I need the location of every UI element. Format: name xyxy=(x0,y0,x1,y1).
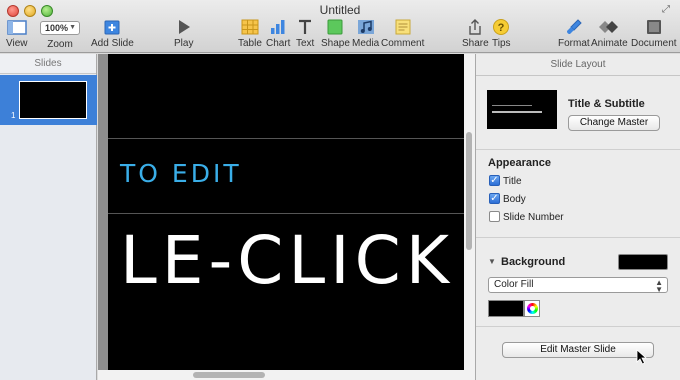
format-label: Format xyxy=(558,38,590,49)
slide-canvas-area: TO EDIT LE-CLICK xyxy=(98,54,475,380)
background-heading: Background xyxy=(501,256,566,268)
horizontal-scrollbar[interactable] xyxy=(98,370,464,380)
title-checkbox-row[interactable]: ✓ Title xyxy=(489,175,522,188)
chevron-down-icon: ▼ xyxy=(69,24,76,31)
appearance-heading: Appearance xyxy=(488,157,551,169)
slide-number-checkbox-label: Slide Number xyxy=(503,212,564,224)
animate-button[interactable]: Animate xyxy=(591,18,628,49)
slide-canvas[interactable]: TO EDIT LE-CLICK xyxy=(108,54,464,370)
chart-label: Chart xyxy=(266,38,291,49)
fullscreen-icon[interactable]: ⤢ xyxy=(662,4,674,16)
master-name: Title & Subtitle xyxy=(568,98,645,110)
text-label: Text xyxy=(296,38,315,49)
shape-button[interactable]: Shape xyxy=(321,18,350,49)
table-button[interactable]: Table xyxy=(238,18,262,49)
music-note-icon xyxy=(357,20,374,34)
placeholder-guide-bottom xyxy=(108,213,464,214)
divider xyxy=(476,326,680,327)
up-down-arrows-icon: ▲ ▼ xyxy=(655,278,663,294)
mouse-pointer-icon xyxy=(636,349,648,365)
view-label: View xyxy=(6,38,28,49)
slide-number-checkbox[interactable] xyxy=(489,211,500,222)
add-slide-label: Add Slide xyxy=(91,38,134,49)
master-thumbnail-line xyxy=(492,105,532,106)
window-title: Untitled xyxy=(319,3,361,17)
share-icon xyxy=(469,19,482,35)
divider xyxy=(476,237,680,238)
document-label: Document xyxy=(631,38,677,49)
edit-master-slide-button[interactable]: Edit Master Slide xyxy=(502,342,654,358)
background-color-swatch[interactable] xyxy=(618,254,668,270)
text-icon xyxy=(299,19,312,34)
media-label: Media xyxy=(352,38,380,49)
svg-text:?: ? xyxy=(498,22,505,34)
comment-icon xyxy=(395,19,411,35)
placeholder-guide-top xyxy=(108,138,464,139)
title-checkbox[interactable]: ✓ xyxy=(489,175,500,186)
inspector-header: Slide Layout xyxy=(476,54,680,76)
horizontal-scroll-thumb[interactable] xyxy=(193,372,265,378)
share-button[interactable]: Share xyxy=(462,18,489,49)
slide-title-text[interactable]: LE-CLICK xyxy=(120,222,454,299)
body-checkbox-row[interactable]: ✓ Body xyxy=(489,193,526,206)
comment-label: Comment xyxy=(381,38,425,49)
chart-button[interactable]: Chart xyxy=(266,18,290,49)
color-wheel-icon[interactable] xyxy=(524,300,540,317)
share-label: Share xyxy=(462,38,489,49)
slide-subtitle-text[interactable]: TO EDIT xyxy=(120,159,242,188)
body-checkbox-label: Body xyxy=(503,194,526,206)
table-icon xyxy=(241,19,259,35)
slide-thumbnail-item[interactable]: 1 xyxy=(0,75,97,125)
title-checkbox-label: Title xyxy=(503,176,522,188)
question-mark-icon: ? xyxy=(493,19,510,35)
window-toolbar: Untitled ⤢ View 100% ▼ Zoom Add Slide Pla… xyxy=(0,0,680,53)
body-checkbox[interactable]: ✓ xyxy=(489,193,500,204)
animate-label: Animate xyxy=(591,38,628,49)
comment-button[interactable]: Comment xyxy=(381,18,424,49)
view-icon xyxy=(7,20,27,35)
slide-number-checkbox-row[interactable]: Slide Number xyxy=(489,211,564,224)
play-button[interactable]: Play xyxy=(174,18,193,49)
zoom-control[interactable]: 100% ▼ Zoom xyxy=(39,18,81,50)
document-button[interactable]: Document xyxy=(631,18,677,49)
table-label: Table xyxy=(238,38,262,49)
vertical-scroll-thumb[interactable] xyxy=(466,132,472,250)
zoom-label: Zoom xyxy=(47,39,73,50)
add-slide-icon xyxy=(104,20,120,35)
navigator-header: Slides xyxy=(0,54,96,74)
media-button[interactable]: Media xyxy=(352,18,379,49)
slide-thumbnail[interactable] xyxy=(19,81,87,119)
animate-icon xyxy=(599,21,619,33)
shape-label: Shape xyxy=(321,38,350,49)
tips-label: Tips xyxy=(492,38,511,49)
color-well[interactable] xyxy=(488,300,524,317)
change-master-button[interactable]: Change Master xyxy=(568,115,660,131)
document-icon xyxy=(646,20,661,34)
master-thumbnail-line xyxy=(492,111,542,113)
format-button[interactable]: Format xyxy=(558,18,590,49)
slide-number: 1 xyxy=(11,111,16,120)
inspector-panel: Slide Layout Title & Subtitle Change Mas… xyxy=(475,54,680,380)
fill-type-value: Color Fill xyxy=(494,279,534,290)
shape-icon xyxy=(327,19,343,35)
paintbrush-icon xyxy=(566,19,582,34)
fill-type-select[interactable]: Color Fill ▲ ▼ xyxy=(488,277,668,294)
tips-button[interactable]: ? Tips xyxy=(492,18,511,49)
master-thumbnail[interactable] xyxy=(487,90,557,129)
slide-navigator: Slides 1 xyxy=(0,54,97,380)
zoom-select[interactable]: 100% ▼ xyxy=(40,21,80,35)
play-label: Play xyxy=(174,38,194,49)
chart-icon xyxy=(271,20,285,34)
divider xyxy=(476,149,680,150)
add-slide-button[interactable]: Add Slide xyxy=(91,18,134,49)
text-button[interactable]: Text xyxy=(296,18,314,49)
disclosure-triangle-icon[interactable]: ▼ xyxy=(488,257,496,266)
play-icon xyxy=(178,20,190,34)
view-button[interactable]: View xyxy=(6,18,28,49)
